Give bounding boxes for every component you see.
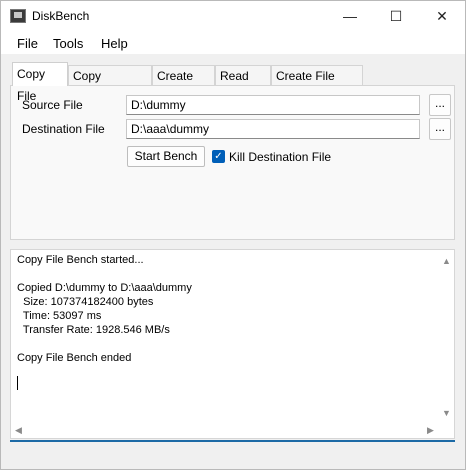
app-window: DiskBench — ☐ ✕ File Tools Help Copy Fil… (0, 0, 466, 470)
minimize-button[interactable]: — (327, 1, 373, 32)
destination-file-input[interactable]: D:\aaa\dummy (126, 119, 420, 139)
destination-file-label: Destination File (22, 122, 105, 136)
scroll-left-icon[interactable]: ◀ (15, 425, 22, 436)
log-line: Copy File Bench ended (17, 352, 132, 364)
log-line: Time: 53097 ms (17, 310, 102, 322)
window-title: DiskBench (32, 9, 90, 23)
tab-create-file-batch[interactable]: Create File Batch (271, 65, 363, 103)
start-bench-button[interactable]: Start Bench (127, 146, 205, 167)
browse-destination-button[interactable]: ... (429, 118, 451, 140)
maximize-button[interactable]: ☐ (373, 1, 419, 32)
copy-file-panel: Source File D:\dummy ... Destination Fil… (10, 85, 455, 240)
tab-copy-file[interactable]: Copy File (12, 62, 68, 103)
source-file-input[interactable]: D:\dummy (126, 95, 420, 115)
browse-source-button[interactable]: ... (429, 94, 451, 116)
log-line: Size: 107374182400 bytes (17, 296, 154, 308)
log-output[interactable]: Copy File Bench started... Copied D:\dum… (10, 249, 455, 439)
text-caret (17, 376, 18, 390)
scroll-down-icon[interactable]: ▼ (442, 408, 451, 418)
log-line: Copy File Bench started... (17, 254, 144, 266)
horizontal-scrollbar[interactable]: ◀ ▶ (11, 422, 439, 438)
kill-destination-checkbox[interactable]: ✓ (212, 150, 225, 163)
tab-create-file[interactable]: Create File (152, 65, 215, 103)
app-icon (10, 9, 26, 23)
tab-copy-directory[interactable]: Copy Directory (68, 65, 152, 103)
vertical-scrollbar[interactable]: ▲ ▼ (438, 250, 454, 423)
log-line: Transfer Rate: 1928.546 MB/s (17, 324, 170, 336)
title-bar[interactable]: DiskBench — ☐ ✕ (1, 1, 465, 32)
kill-destination-label[interactable]: Kill Destination File (229, 150, 331, 164)
menu-help[interactable]: Help (101, 36, 128, 51)
close-button[interactable]: ✕ (419, 1, 465, 32)
tab-area: Copy File Copy Directory Create File Rea… (1, 54, 465, 248)
status-bar (10, 440, 455, 442)
menu-file[interactable]: File (17, 36, 38, 51)
scroll-up-icon[interactable]: ▲ (442, 256, 451, 266)
scroll-right-icon[interactable]: ▶ (427, 425, 434, 436)
menu-bar: File Tools Help (1, 32, 465, 54)
log-line: Copied D:\dummy to D:\aaa\dummy (17, 282, 192, 294)
menu-tools[interactable]: Tools (53, 36, 83, 51)
tab-read-file[interactable]: Read File (215, 65, 271, 103)
